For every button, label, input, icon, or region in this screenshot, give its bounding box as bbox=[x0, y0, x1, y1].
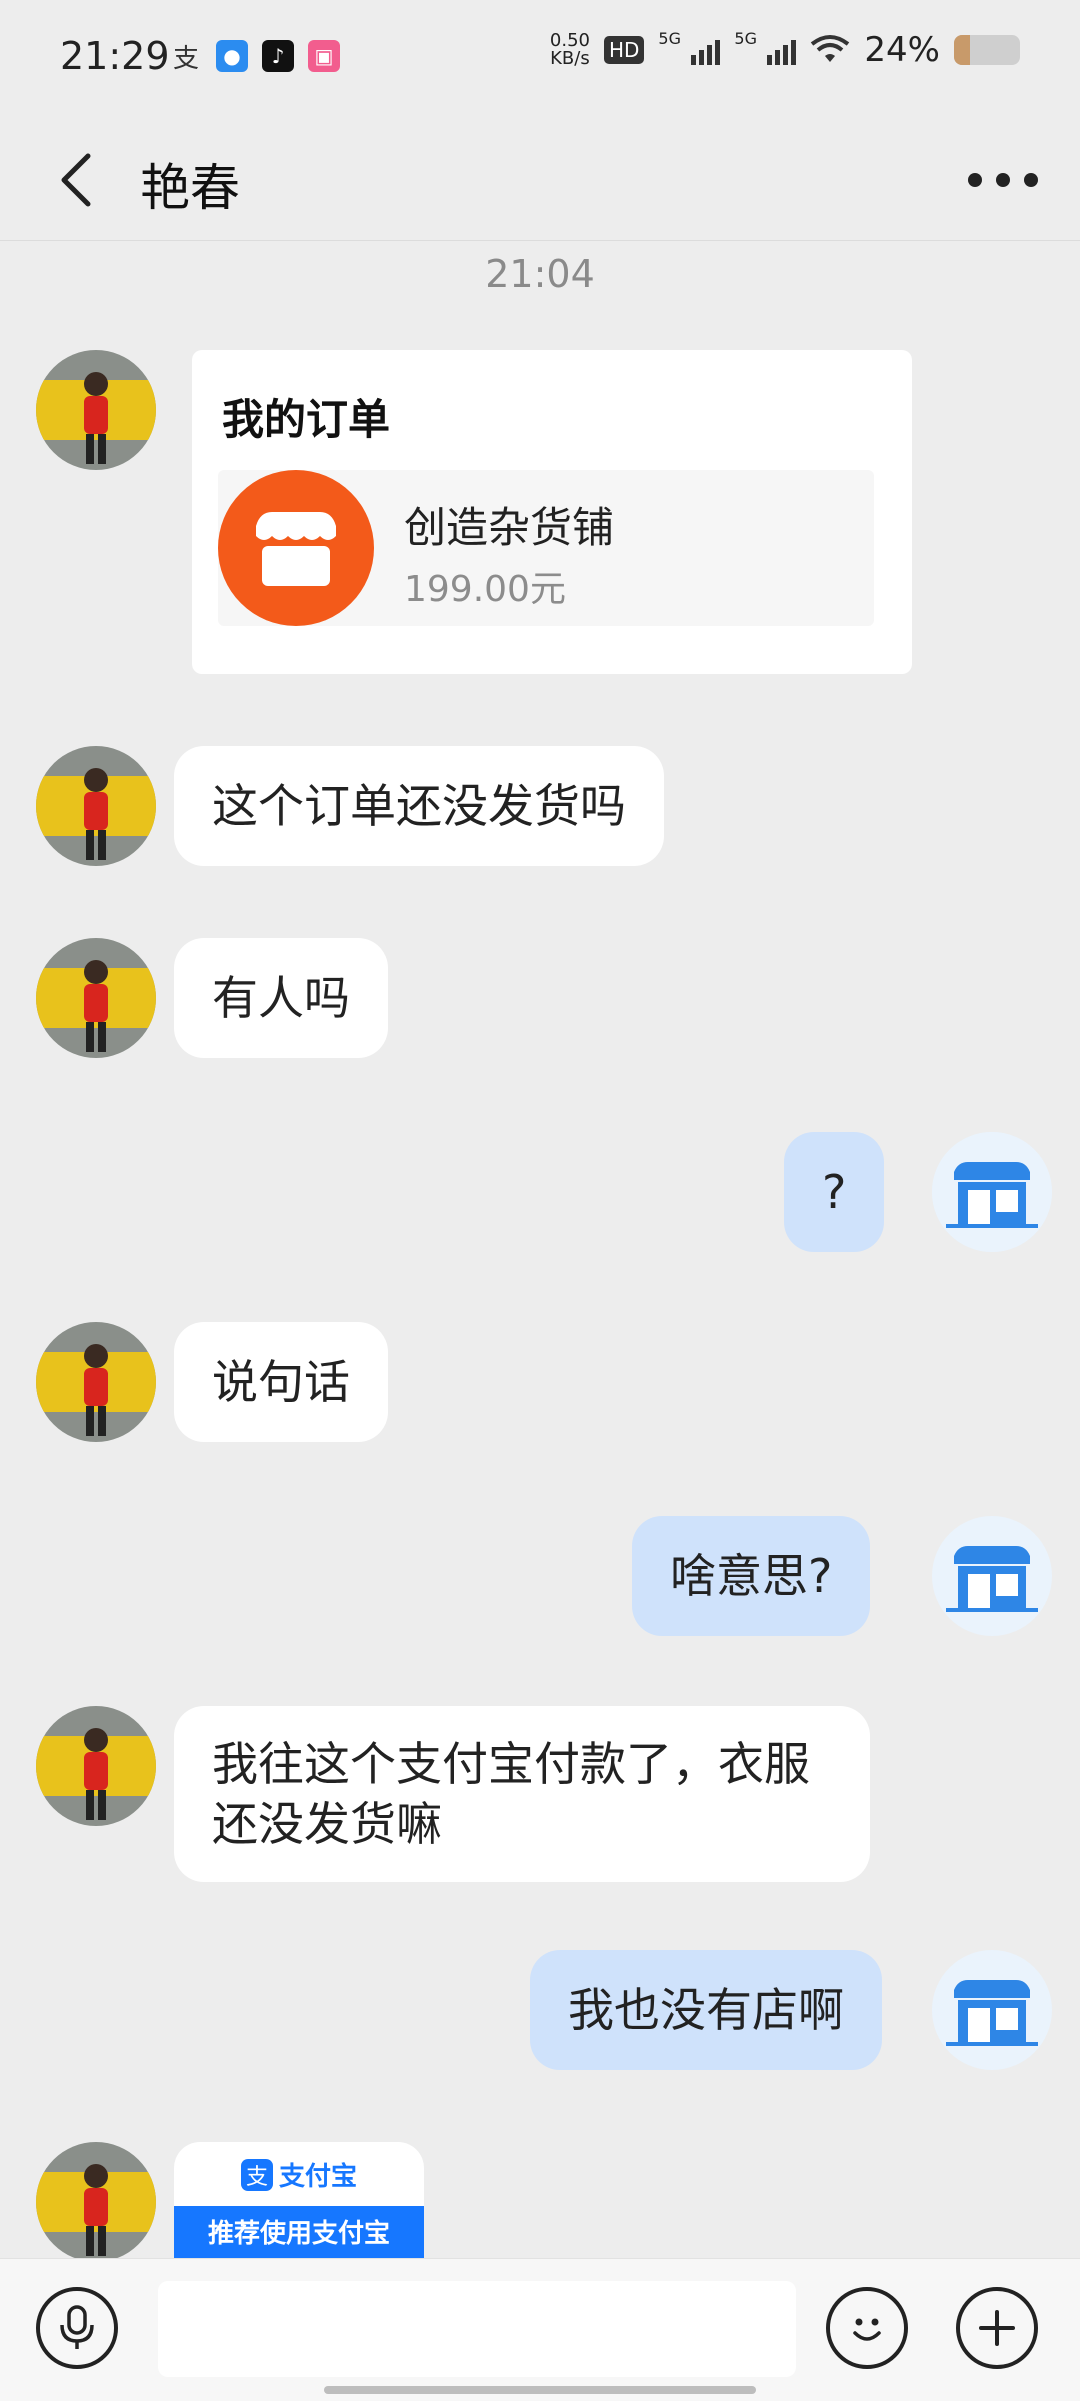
wifi-icon bbox=[811, 35, 850, 62]
contact-avatar[interactable] bbox=[36, 1706, 156, 1826]
microphone-icon[interactable] bbox=[36, 2287, 118, 2369]
battery-icon bbox=[954, 35, 1020, 65]
message-bubble-incoming[interactable]: 有人吗 bbox=[174, 938, 388, 1058]
signal-label: 5G bbox=[734, 29, 757, 48]
alipay-icon: 支 bbox=[240, 2158, 273, 2191]
plus-icon[interactable] bbox=[956, 2287, 1038, 2369]
bilibili-icon: ▣ bbox=[308, 40, 340, 72]
browser-icon: ● bbox=[216, 40, 248, 72]
more-icon[interactable] bbox=[968, 156, 1038, 204]
back-icon[interactable] bbox=[52, 150, 108, 210]
network-speed: 0.50 KB/s bbox=[550, 32, 590, 68]
signal-icon: 5G bbox=[734, 29, 797, 65]
chat-header: 艳春 bbox=[0, 120, 1080, 241]
my-avatar-store-icon[interactable] bbox=[932, 1132, 1052, 1252]
contact-avatar[interactable] bbox=[36, 938, 156, 1058]
order-price: 199.00元 bbox=[404, 569, 566, 610]
order-card[interactable]: 我的订单 创造杂货铺 199.00元 bbox=[192, 350, 912, 674]
alipay-icon: 支 bbox=[172, 43, 199, 74]
contact-name: 艳春 bbox=[140, 159, 240, 217]
status-bar: 21:29 支 ● ♪ ▣ 0.50 KB/s HD 5G 5G 24% bbox=[0, 0, 1080, 120]
battery-percent: 24% bbox=[864, 30, 940, 70]
message-input[interactable] bbox=[158, 2281, 796, 2377]
message-bubble-outgoing[interactable]: 啥意思? bbox=[632, 1516, 871, 1636]
signal-label: 5G bbox=[658, 29, 681, 48]
alipay-logo: 支 支付宝 bbox=[174, 2156, 424, 2193]
notification-icons: 支 ● ♪ ▣ bbox=[170, 40, 340, 74]
shop-name: 创造杂货铺 bbox=[404, 503, 615, 552]
system-status: 0.50 KB/s HD 5G 5G 24% bbox=[550, 29, 1020, 70]
contact-avatar[interactable] bbox=[36, 350, 156, 470]
tiktok-icon: ♪ bbox=[262, 40, 294, 72]
shop-icon bbox=[218, 470, 374, 626]
alipay-recommend-button[interactable]: 推荐使用支付宝 bbox=[174, 2206, 424, 2262]
home-indicator[interactable] bbox=[324, 2386, 756, 2394]
battery-level bbox=[954, 35, 970, 65]
alipay-card[interactable]: 支 支付宝 推荐使用支付宝 bbox=[174, 2142, 424, 2262]
alipay-brand: 支付宝 bbox=[278, 2162, 357, 2192]
hd-icon: HD bbox=[603, 36, 645, 64]
my-avatar-store-icon[interactable] bbox=[932, 1950, 1052, 2070]
order-card-title: 我的订单 bbox=[222, 395, 391, 444]
contact-avatar[interactable] bbox=[36, 2142, 156, 2262]
input-bar bbox=[0, 2258, 1080, 2401]
signal-icon: 5G bbox=[658, 29, 721, 65]
contact-avatar[interactable] bbox=[36, 746, 156, 866]
contact-avatar[interactable] bbox=[36, 1322, 156, 1442]
message-bubble-incoming[interactable]: 我往这个支付宝付款了，衣服还没发货嘛 bbox=[174, 1706, 870, 1882]
emoji-icon[interactable] bbox=[826, 2287, 908, 2369]
network-speed-unit: KB/s bbox=[550, 48, 590, 69]
message-timestamp: 21:04 bbox=[485, 252, 595, 296]
message-bubble-outgoing[interactable]: ? bbox=[784, 1132, 885, 1252]
order-item[interactable]: 创造杂货铺 199.00元 bbox=[218, 470, 874, 626]
message-bubble-incoming[interactable]: 这个订单还没发货吗 bbox=[174, 746, 664, 866]
message-bubble-outgoing[interactable]: 我也没有店啊 bbox=[530, 1950, 882, 2070]
my-avatar-store-icon[interactable] bbox=[932, 1516, 1052, 1636]
status-time: 21:29 bbox=[60, 34, 170, 78]
message-bubble-incoming[interactable]: 说句话 bbox=[174, 1322, 388, 1442]
